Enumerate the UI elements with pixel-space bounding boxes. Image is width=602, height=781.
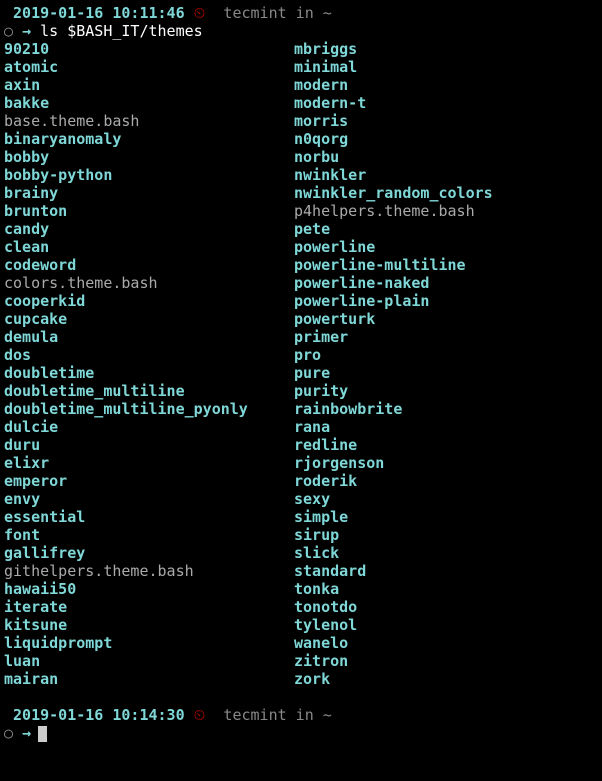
ls-entry: redline xyxy=(294,436,493,454)
ls-entry: doubletime_multiline_pyonly xyxy=(4,400,294,418)
ls-entry: tonka xyxy=(294,580,493,598)
ls-entry: candy xyxy=(4,220,294,238)
ls-entry: powerline-naked xyxy=(294,274,493,292)
prompt-circ: ○ xyxy=(4,724,13,742)
ls-entry: base.theme.bash xyxy=(4,112,294,130)
ls-entry: zork xyxy=(294,670,493,688)
prompt-circ: ○ xyxy=(4,22,13,40)
ls-entry: pure xyxy=(294,364,493,382)
ls-entry: doubletime xyxy=(4,364,294,382)
timestamp: 2019-01-16 10:11:46 xyxy=(13,4,185,22)
ls-entry: iterate xyxy=(4,598,294,616)
ls-entry: purity xyxy=(294,382,493,400)
ls-entry: p4helpers.theme.bash xyxy=(294,202,493,220)
path: ~ xyxy=(323,706,332,724)
ls-entry: binaryanomaly xyxy=(4,130,294,148)
ls-entry: rjorgenson xyxy=(294,454,493,472)
prompt-line-1: 2019-01-16 10:11:46 ⏲ tecmint in ~ xyxy=(4,4,598,22)
ls-entry: cooperkid xyxy=(4,292,294,310)
ls-entry: envy xyxy=(4,490,294,508)
ls-entry: powerturk xyxy=(294,310,493,328)
ls-entry: mairan xyxy=(4,670,294,688)
prompt-line-2: 2019-01-16 10:14:30 ⏲ tecmint in ~ xyxy=(4,706,598,724)
ls-column-1: 90210atomicaxinbakkebase.theme.bashbinar… xyxy=(4,40,294,688)
ls-entry: cupcake xyxy=(4,310,294,328)
ls-entry: slick xyxy=(294,544,493,562)
ls-entry: pro xyxy=(294,346,493,364)
ls-entry: codeword xyxy=(4,256,294,274)
ls-entry: roderik xyxy=(294,472,493,490)
ls-entry: kitsune xyxy=(4,616,294,634)
ls-entry: sirup xyxy=(294,526,493,544)
timestamp: 2019-01-16 10:14:30 xyxy=(13,706,185,724)
ls-entry: bakke xyxy=(4,94,294,112)
in-word: in xyxy=(296,4,314,22)
ls-entry: hawaii50 xyxy=(4,580,294,598)
ls-entry: simple xyxy=(294,508,493,526)
username: tecmint xyxy=(223,4,286,22)
ls-entry: axin xyxy=(4,76,294,94)
ls-entry: elixr xyxy=(4,454,294,472)
ls-entry: nwinkler_random_colors xyxy=(294,184,493,202)
ls-entry: luan xyxy=(4,652,294,670)
ls-entry: demula xyxy=(4,328,294,346)
ls-entry: brunton xyxy=(4,202,294,220)
ls-entry: minimal xyxy=(294,58,493,76)
ls-entry: 90210 xyxy=(4,40,294,58)
ls-entry: bobby xyxy=(4,148,294,166)
clock-icon: ⏲ xyxy=(194,706,206,724)
ls-entry: duru xyxy=(4,436,294,454)
command-line-2[interactable]: ○ → xyxy=(4,724,598,742)
ls-entry: powerline-plain xyxy=(294,292,493,310)
ls-entry: sexy xyxy=(294,490,493,508)
ls-entry: standard xyxy=(294,562,493,580)
ls-entry: morris xyxy=(294,112,493,130)
ls-entry: dulcie xyxy=(4,418,294,436)
ls-entry: bobby-python xyxy=(4,166,294,184)
ls-entry: wanelo xyxy=(294,634,493,652)
ls-entry: mbriggs xyxy=(294,40,493,58)
ls-entry: githelpers.theme.bash xyxy=(4,562,294,580)
ls-output: 90210atomicaxinbakkebase.theme.bashbinar… xyxy=(4,40,598,688)
ls-entry: modern xyxy=(294,76,493,94)
ls-entry: liquidprompt xyxy=(4,634,294,652)
clock-icon: ⏲ xyxy=(194,4,206,22)
cursor xyxy=(38,726,47,742)
ls-entry: brainy xyxy=(4,184,294,202)
ls-entry: gallifrey xyxy=(4,544,294,562)
ls-entry: emperor xyxy=(4,472,294,490)
path: ~ xyxy=(323,4,332,22)
command-text: ls $BASH_IT/themes xyxy=(40,22,203,40)
ls-entry: modern-t xyxy=(294,94,493,112)
ls-entry: pete xyxy=(294,220,493,238)
username: tecmint xyxy=(223,706,286,724)
ls-entry: doubletime_multiline xyxy=(4,382,294,400)
ls-entry: n0qorg xyxy=(294,130,493,148)
ls-entry: nwinkler xyxy=(294,166,493,184)
in-word: in xyxy=(296,706,314,724)
ls-entry: rana xyxy=(294,418,493,436)
prompt-arrow: → xyxy=(22,22,31,40)
ls-entry: colors.theme.bash xyxy=(4,274,294,292)
blank-gap xyxy=(4,688,598,706)
command-line-1[interactable]: ○ → ls $BASH_IT/themes xyxy=(4,22,598,40)
ls-entry: font xyxy=(4,526,294,544)
ls-entry: tonotdo xyxy=(294,598,493,616)
ls-entry: atomic xyxy=(4,58,294,76)
ls-entry: dos xyxy=(4,346,294,364)
ls-entry: powerline xyxy=(294,238,493,256)
ls-entry: norbu xyxy=(294,148,493,166)
ls-entry: zitron xyxy=(294,652,493,670)
prompt-arrow: → xyxy=(22,724,31,742)
ls-entry: clean xyxy=(4,238,294,256)
ls-entry: rainbowbrite xyxy=(294,400,493,418)
ls-entry: powerline-multiline xyxy=(294,256,493,274)
ls-column-2: mbriggsminimalmodernmodern-tmorrisn0qorg… xyxy=(294,40,493,688)
ls-entry: essential xyxy=(4,508,294,526)
ls-entry: primer xyxy=(294,328,493,346)
ls-entry: tylenol xyxy=(294,616,493,634)
